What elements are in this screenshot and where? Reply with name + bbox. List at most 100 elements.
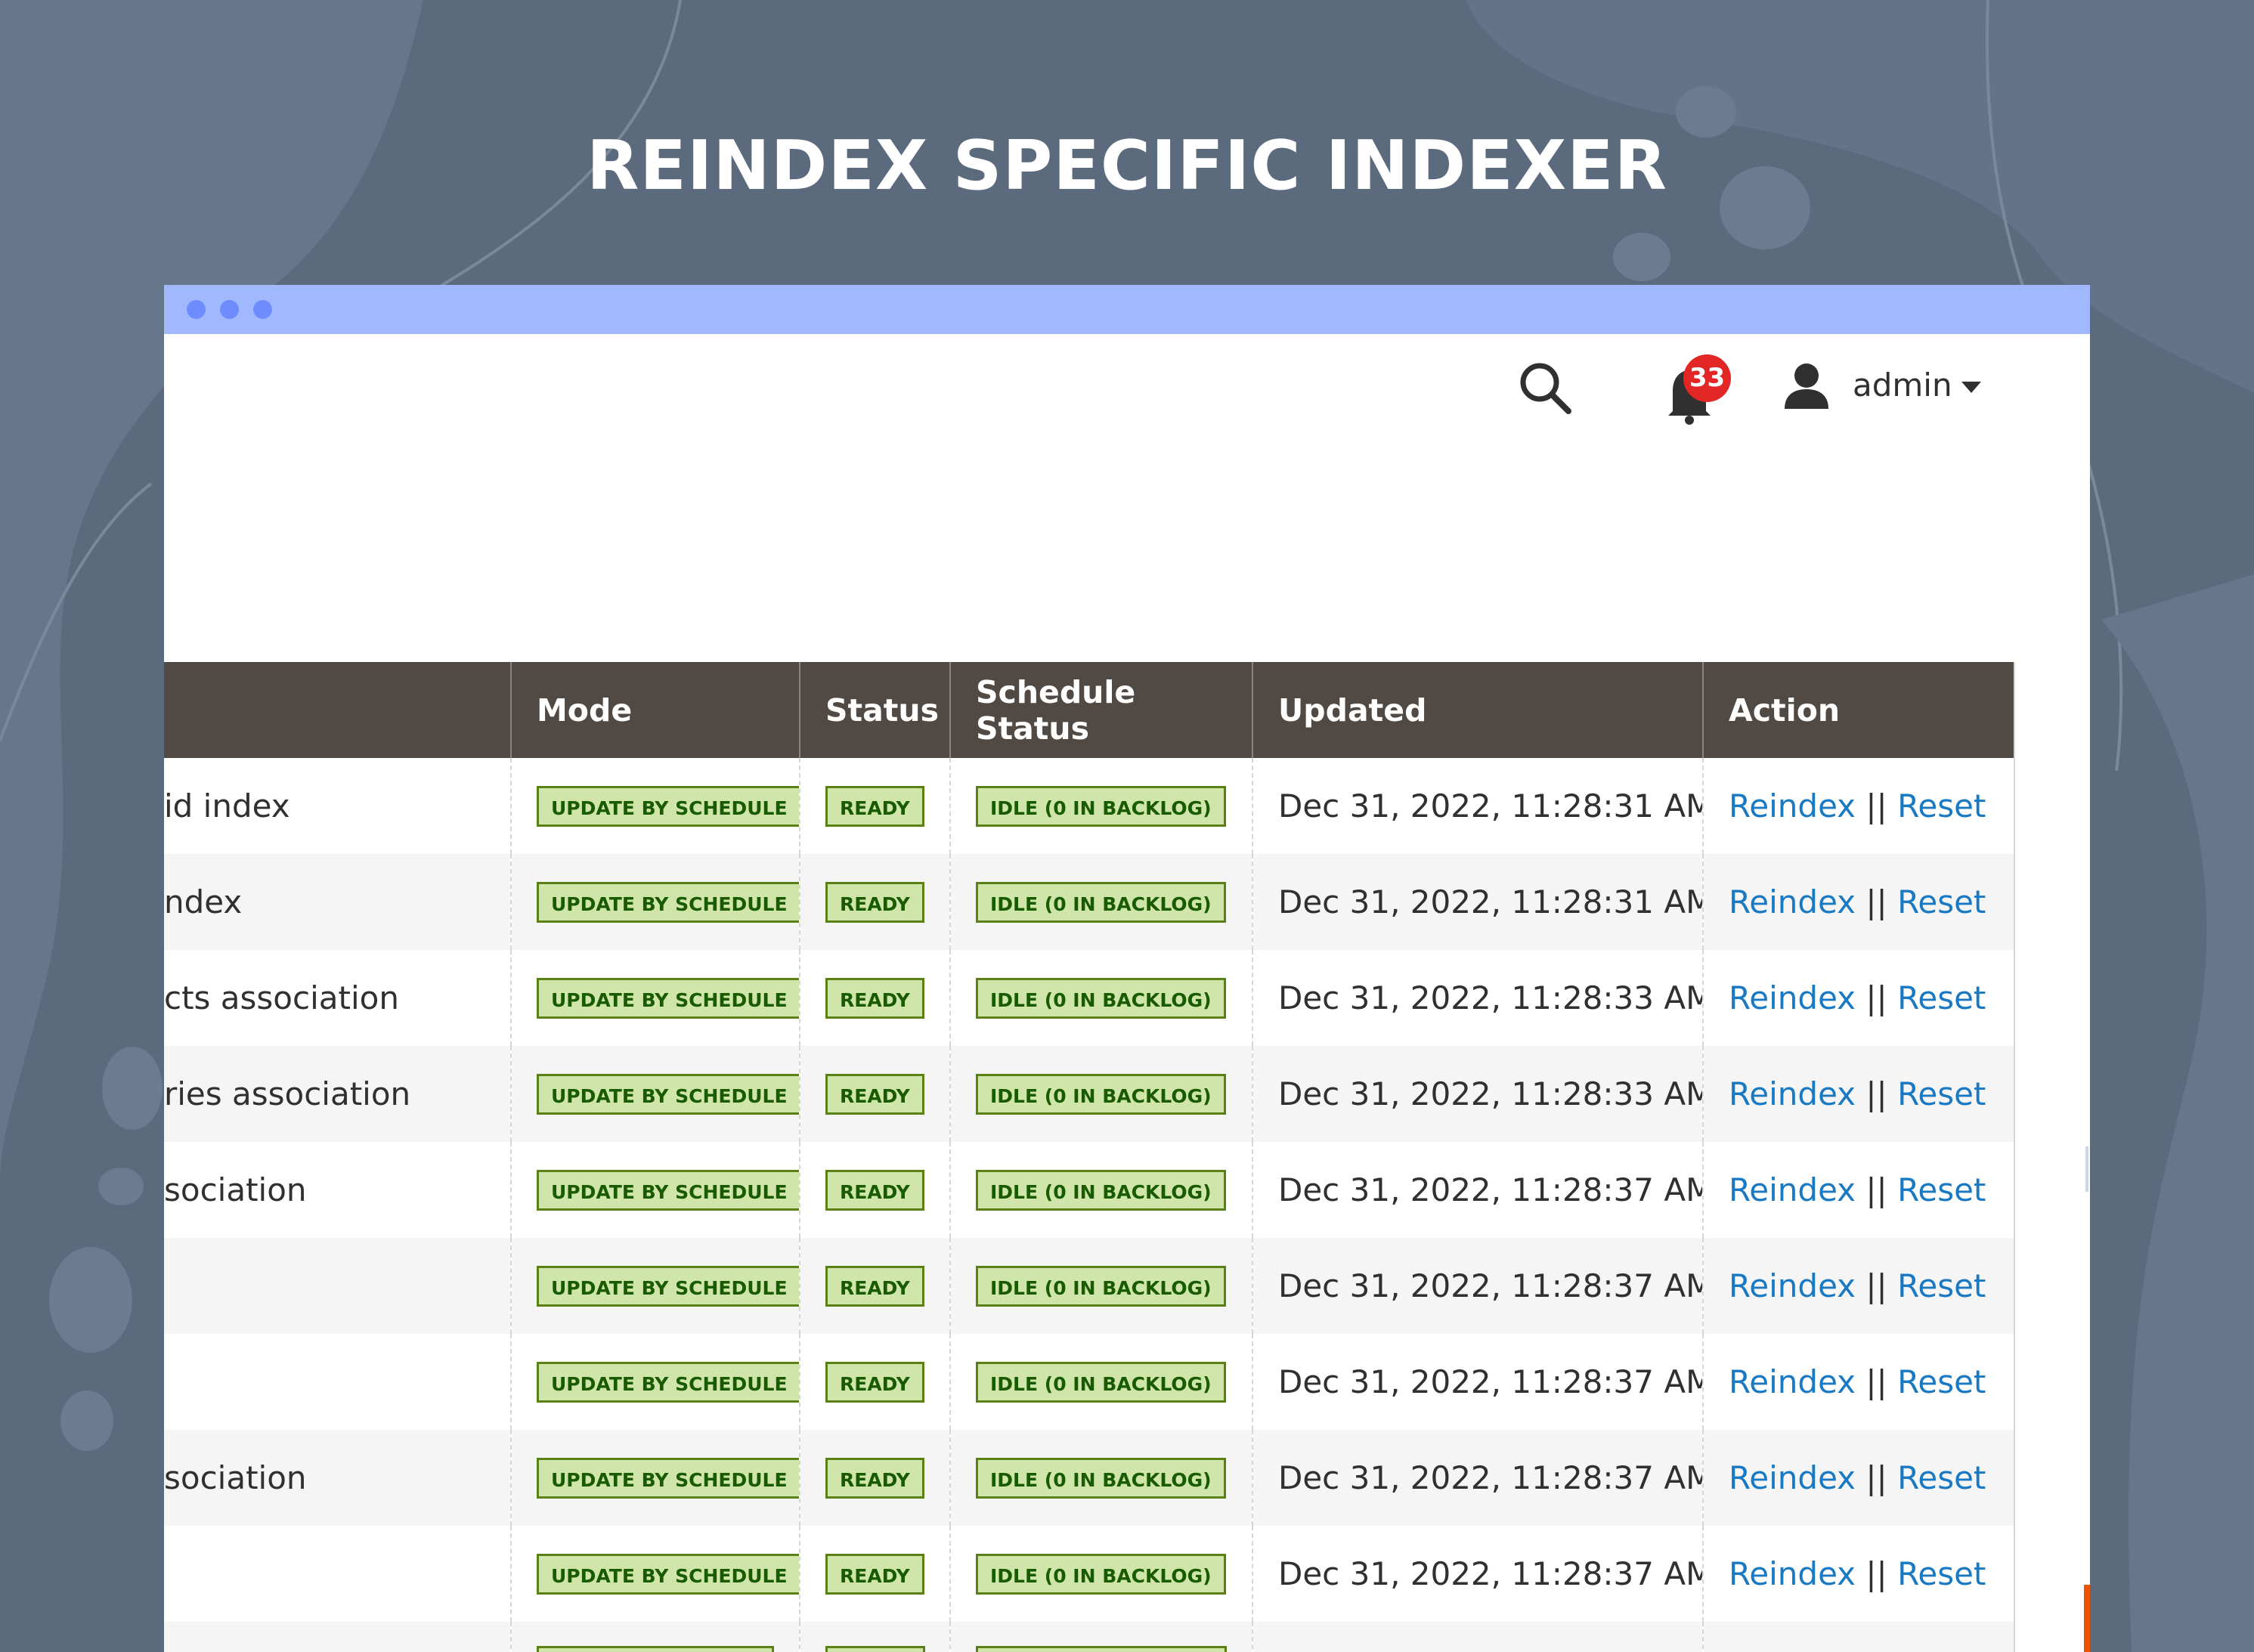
column-header-indexer[interactable] bbox=[164, 662, 511, 758]
action-separator: || bbox=[1865, 1171, 1887, 1208]
reset-link[interactable]: Reset bbox=[1897, 1363, 1986, 1400]
column-header-mode[interactable]: Mode bbox=[510, 662, 800, 758]
window-dot bbox=[220, 300, 239, 319]
status-badge: READY bbox=[825, 978, 924, 1019]
table-row: cts association UPDATE BY SCHEDULE READY… bbox=[164, 950, 2015, 1046]
status-badge: READY bbox=[825, 882, 924, 923]
indexer-title bbox=[164, 1238, 511, 1334]
mode-badge: UPDATE BY SCHEDULE bbox=[537, 1362, 800, 1403]
action-separator: || bbox=[1865, 1459, 1887, 1496]
action-separator: || bbox=[1865, 1075, 1887, 1112]
table-row: UPDATE BY SCHEDULE READY IDLE (0 IN BACK… bbox=[164, 1238, 2015, 1334]
indexer-title: cts association bbox=[164, 979, 399, 1016]
reset-link[interactable]: Reset bbox=[1897, 1459, 1986, 1496]
column-header-updated[interactable]: Updated bbox=[1252, 662, 1703, 758]
indexer-title: sociation bbox=[164, 1430, 511, 1526]
indexer-title: sociation bbox=[164, 1171, 307, 1208]
schedule-status-badge: IDLE (0 IN BACKLOG) bbox=[976, 882, 1226, 923]
reset-link[interactable]: Reset bbox=[1897, 787, 1986, 824]
reindex-link[interactable]: Reindex bbox=[1729, 1267, 1856, 1304]
reset-link[interactable]: Reset bbox=[1897, 1171, 1986, 1208]
reindex-link[interactable]: Reindex bbox=[1729, 1075, 1856, 1112]
updated-timestamp: Dec 31, 2022, 11:28:33 AM bbox=[1252, 950, 1703, 1046]
updated-timestamp: Dec 31, 2022, 11:28:33 AM bbox=[1252, 1046, 1703, 1142]
updated-timestamp bbox=[1252, 1622, 1703, 1652]
updated-timestamp: Dec 31, 2022, 11:28:37 AM bbox=[1252, 1430, 1703, 1526]
indexer-title: ndex bbox=[164, 854, 511, 950]
updated-timestamp: Dec 31, 2022, 11:28:37 AM bbox=[1252, 1334, 1703, 1430]
table-row: id index UPDATE BY SCHEDULE READY IDLE (… bbox=[164, 758, 2015, 854]
status-badge: READY bbox=[825, 786, 924, 827]
table-row: ries association UPDATE BY SCHEDULE READ… bbox=[164, 1046, 2015, 1142]
column-header-action: Action bbox=[1702, 662, 2015, 758]
table-row: UPDATE BY SCHEDULE READY IDLE (0 IN BACK… bbox=[164, 1334, 2015, 1430]
schedule-status-badge: IDLE (0 IN BACKLOG) bbox=[976, 1266, 1226, 1307]
column-header-schedule-status[interactable]: Schedule Status bbox=[949, 662, 1252, 758]
reindex-link[interactable]: Reindex bbox=[1729, 1171, 1856, 1208]
action-separator: || bbox=[1865, 1267, 1887, 1304]
reindex-link[interactable]: Reindex bbox=[1729, 1555, 1856, 1592]
mode-badge: UPDATE BY SCHEDULE bbox=[537, 1458, 800, 1499]
column-header-status[interactable]: Status bbox=[799, 662, 950, 758]
schedule-status-badge: IDLE (0 IN BACKLOG) bbox=[976, 786, 1226, 827]
table-row: UPDATE BY SCHEDULE READY IDLE (0 IN BACK… bbox=[164, 1526, 2015, 1622]
scrollbar[interactable] bbox=[2082, 1071, 2090, 1652]
status-badge: READY bbox=[825, 1170, 924, 1211]
chevron-down-icon[interactable] bbox=[1961, 382, 1981, 393]
indexer-title: id index bbox=[164, 787, 290, 824]
reindex-link[interactable]: Reindex bbox=[1729, 979, 1856, 1016]
mode-badge: UPDATE BY SCHEDULE bbox=[537, 1266, 800, 1307]
reset-link[interactable]: Reset bbox=[1897, 883, 1986, 920]
status-badge: READY bbox=[825, 1554, 924, 1595]
updated-timestamp: Dec 31, 2022, 11:28:37 AM bbox=[1252, 1238, 1703, 1334]
indexer-grid: Mode Status Schedule Status Updated Acti… bbox=[164, 662, 2015, 1652]
schedule-status-badge: IDLE (0 IN BACKLOG) bbox=[976, 1554, 1226, 1595]
window-titlebar bbox=[164, 285, 2090, 334]
reset-link[interactable]: Reset bbox=[1897, 979, 1986, 1016]
notification-badge[interactable]: 33 bbox=[1683, 354, 1731, 402]
indexer-title bbox=[164, 1622, 511, 1652]
indexer-title: ries association bbox=[164, 1046, 511, 1142]
mode-badge: UPDATE BY SCHEDULE bbox=[537, 1170, 800, 1211]
schedule-status-badge: IDLE (0 IN BACKLOG) bbox=[976, 1458, 1226, 1499]
action-separator: || bbox=[1865, 979, 1887, 1016]
status-badge: READY bbox=[825, 1266, 924, 1307]
reset-link[interactable]: Reset bbox=[1897, 1075, 1986, 1112]
search-icon[interactable] bbox=[1516, 358, 1576, 419]
window-dot bbox=[253, 300, 272, 319]
schedule-status-badge: IDLE (0 IN BACKLOG) bbox=[976, 978, 1226, 1019]
reindex-link[interactable]: Reindex bbox=[1729, 1363, 1856, 1400]
mode-badge: UPDATE BY SCHEDULE bbox=[537, 1074, 800, 1115]
table-row: sociation UPDATE BY SCHEDULE READY IDLE … bbox=[164, 1142, 2015, 1238]
browser-window: 33 admin Mode Status Schedule Status Upd… bbox=[164, 285, 2090, 1652]
status-badge: READY bbox=[825, 1074, 924, 1115]
user-icon[interactable] bbox=[1780, 359, 1833, 412]
reset-link[interactable]: Reset bbox=[1897, 1267, 1986, 1304]
reindex-link[interactable]: Reindex bbox=[1729, 1459, 1856, 1496]
action-separator: || bbox=[1865, 1363, 1887, 1400]
mode-badge: UPDATE BY SCHEDULE bbox=[537, 786, 800, 827]
mode-badge bbox=[537, 1645, 774, 1652]
schedule-status-badge: IDLE (0 IN BACKLOG) bbox=[976, 1170, 1226, 1211]
window-dot bbox=[187, 300, 206, 319]
reindex-link[interactable]: Reindex bbox=[1729, 883, 1856, 920]
schedule-status-badge: IDLE (0 IN BACKLOG) bbox=[976, 1074, 1226, 1115]
reset-link[interactable]: Reset bbox=[1897, 1555, 1986, 1592]
status-badge: READY bbox=[825, 1458, 924, 1499]
reindex-link[interactable]: Reindex bbox=[1729, 787, 1856, 824]
action-separator: || bbox=[1865, 883, 1887, 920]
indexer-title bbox=[164, 1526, 511, 1622]
page-headline: REINDEX SPECIFIC INDEXER bbox=[587, 126, 1667, 206]
schedule-status-badge bbox=[976, 1645, 1227, 1652]
status-badge: READY bbox=[825, 1362, 924, 1403]
updated-timestamp: Dec 31, 2022, 11:28:31 AM bbox=[1252, 758, 1703, 854]
schedule-status-badge: IDLE (0 IN BACKLOG) bbox=[976, 1362, 1226, 1403]
table-row: ndex UPDATE BY SCHEDULE READY IDLE (0 IN… bbox=[164, 854, 2015, 950]
updated-timestamp: Dec 31, 2022, 11:28:37 AM bbox=[1252, 1142, 1703, 1238]
table-row bbox=[164, 1622, 2015, 1652]
mode-badge: UPDATE BY SCHEDULE bbox=[537, 882, 800, 923]
indexer-title bbox=[164, 1334, 511, 1430]
mode-badge: UPDATE BY SCHEDULE bbox=[537, 978, 800, 1019]
admin-username[interactable]: admin bbox=[1853, 363, 1952, 408]
updated-timestamp: Dec 31, 2022, 11:28:37 AM bbox=[1252, 1526, 1703, 1622]
